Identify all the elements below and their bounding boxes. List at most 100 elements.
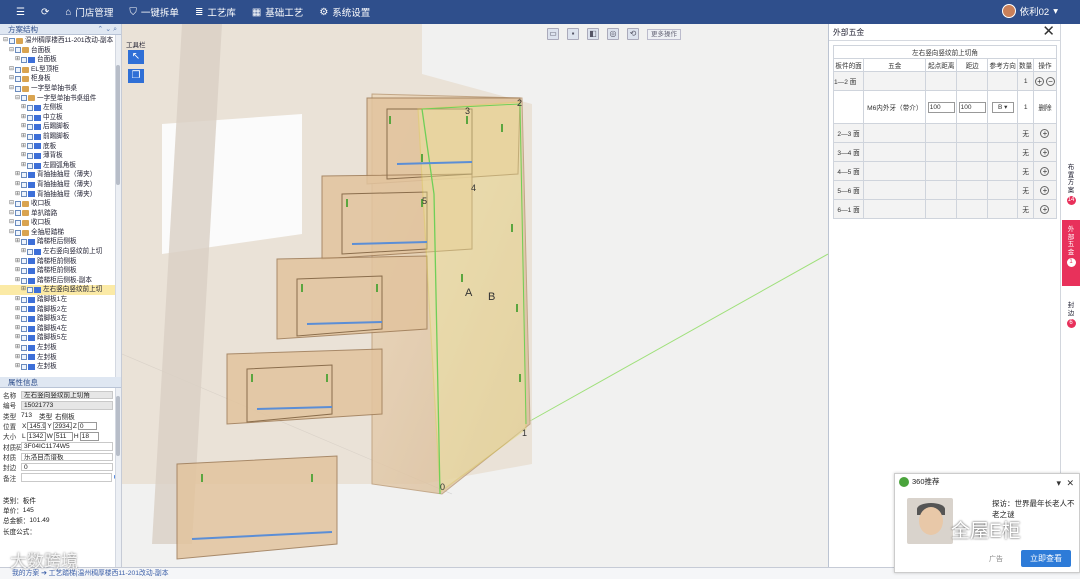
user-menu[interactable]: 依利02 ▾ bbox=[1001, 4, 1058, 18]
tree-checkbox[interactable] bbox=[15, 47, 21, 54]
tree-checkbox[interactable] bbox=[15, 76, 21, 83]
remove-hardware-button[interactable]: − bbox=[1045, 76, 1055, 86]
tree-checkbox[interactable] bbox=[27, 248, 33, 255]
tree-node[interactable]: ⊟ 一字型单抽书桌组件 bbox=[0, 94, 121, 104]
nav-store-management[interactable]: ⌂ 门店管理 bbox=[65, 5, 113, 20]
tree-node[interactable]: ⊞ 左右竖向竖纹前上切 bbox=[0, 285, 121, 296]
tree-node[interactable]: ⊞ 左圆弧角板 bbox=[0, 161, 121, 171]
tree-node[interactable]: ⊟ 收口板 bbox=[0, 199, 121, 209]
start-distance-input[interactable]: 100 bbox=[927, 101, 955, 113]
tree-checkbox[interactable] bbox=[21, 277, 27, 284]
tree-node[interactable]: ⊞ 底板 bbox=[0, 142, 121, 152]
tree-checkbox[interactable] bbox=[21, 172, 27, 179]
expand-icon[interactable]: ⊞ bbox=[20, 161, 27, 171]
expand-icon[interactable]: ⊞ bbox=[14, 343, 21, 353]
tree-node[interactable]: ⊞ 踏梯柜后侧板-副本 bbox=[0, 276, 121, 286]
tree-checkbox[interactable] bbox=[27, 114, 33, 121]
expand-icon[interactable]: ⊞ bbox=[14, 305, 21, 315]
expand-icon[interactable]: ⊞ bbox=[14, 295, 21, 305]
expand-icon[interactable]: ⊞ bbox=[14, 170, 21, 180]
expand-icon[interactable]: ⊞ bbox=[14, 237, 21, 247]
tree-node[interactable]: ⊞ 左封板 bbox=[0, 343, 121, 353]
tree-node[interactable]: ⊞ 左侧板 bbox=[0, 103, 121, 113]
direction-select[interactable]: B ▾ bbox=[991, 101, 1014, 113]
tree-node[interactable]: ⊞ 左右竖向竖纹前上切 bbox=[0, 247, 121, 257]
size-l-input[interactable]: 1342 bbox=[26, 432, 46, 441]
search-icon[interactable]: ⌕ bbox=[113, 26, 117, 33]
expand-icon[interactable]: ⊞ bbox=[14, 276, 21, 286]
expand-icon[interactable]: ⊟ bbox=[2, 36, 9, 46]
pos-y-input[interactable]: 2934.9 bbox=[52, 421, 72, 431]
expand-icon[interactable]: ⊞ bbox=[14, 180, 21, 190]
expand-icon[interactable]: ⊞ bbox=[20, 122, 27, 132]
tree-checkbox[interactable] bbox=[21, 268, 27, 275]
tree-node[interactable]: ⊟ 一字型单抽书桌 bbox=[0, 84, 121, 94]
tree-node[interactable]: ⊟ 单扒踏路 bbox=[0, 209, 121, 219]
tree-checkbox[interactable] bbox=[21, 296, 27, 303]
add-hardware-button[interactable]: + bbox=[1040, 128, 1050, 138]
tree-node[interactable]: ⊞ 踏脚板2左 bbox=[0, 305, 121, 315]
expand-icon[interactable]: ⊞ bbox=[14, 55, 21, 65]
expand-icon[interactable]: ⊟ bbox=[8, 199, 15, 209]
tree-scroll-thumb[interactable] bbox=[116, 65, 120, 185]
tab-external-hardware[interactable]: 外部五金 1 bbox=[1062, 220, 1080, 286]
tree-node[interactable]: ⊞ 背抽抽抽屉（薄夹） bbox=[0, 180, 121, 190]
props-scroll-thumb[interactable] bbox=[116, 396, 120, 456]
tree-checkbox[interactable] bbox=[9, 37, 15, 44]
expand-icon[interactable]: ⊞ bbox=[20, 113, 27, 123]
expand-icon[interactable]: ⊟ bbox=[8, 228, 15, 238]
tree-checkbox[interactable] bbox=[15, 66, 21, 73]
expand-icon[interactable]: ⊞ bbox=[14, 266, 21, 276]
tree-node[interactable]: ⊟ 全抽屉踏梯 bbox=[0, 228, 121, 238]
nav-one-click-split[interactable]: ⛉ 一键拆单 bbox=[129, 5, 179, 20]
tree-node[interactable]: ⊞ 左封板 bbox=[0, 353, 121, 363]
expand-icon[interactable]: ⊞ bbox=[20, 247, 27, 257]
tree-node[interactable]: ⊞ 踏梯柜前侧板 bbox=[0, 257, 121, 267]
expand-icon[interactable]: ⊟ bbox=[14, 94, 21, 104]
expand-icon[interactable]: ⊟ bbox=[8, 46, 15, 56]
view-rotate-icon[interactable]: ⟲ bbox=[627, 28, 639, 40]
tree-checkbox[interactable] bbox=[15, 200, 21, 207]
tree-node[interactable]: ⊞ 背抽抽抽屉（薄夹） bbox=[0, 190, 121, 200]
ad-close-icon[interactable]: ✕ bbox=[1066, 475, 1074, 491]
add-hardware-button[interactable]: + bbox=[1040, 204, 1050, 214]
expand-icon[interactable]: ⊟ bbox=[8, 218, 15, 228]
collapse-down-icon[interactable]: ⌄ bbox=[105, 26, 111, 33]
view-3d-icon[interactable]: ◎ bbox=[607, 28, 619, 40]
view-top-icon[interactable]: ▪ bbox=[567, 28, 579, 40]
add-hardware-button[interactable]: + bbox=[1040, 147, 1050, 157]
tree-checkbox[interactable] bbox=[27, 104, 33, 111]
tree-node[interactable]: ⊟ EL型顶柜 bbox=[0, 65, 121, 75]
expand-icon[interactable]: ⊞ bbox=[20, 103, 27, 113]
tree-node[interactable]: ⊞ 前踢脚板 bbox=[0, 132, 121, 142]
tree-node[interactable]: ⊞ 踏脚板5左 bbox=[0, 333, 121, 343]
tree-node[interactable]: ⊞ 踏梯柜前侧板 bbox=[0, 266, 121, 276]
expand-icon[interactable]: ⊞ bbox=[14, 353, 21, 363]
close-icon[interactable]: ✕ bbox=[1042, 23, 1055, 40]
more-actions-button[interactable]: 更多操作 bbox=[647, 28, 681, 40]
tree-node[interactable]: ⊞ 薄背板 bbox=[0, 151, 121, 161]
ad-image[interactable] bbox=[907, 498, 953, 544]
expand-icon[interactable]: ⊞ bbox=[20, 132, 27, 142]
expand-icon[interactable]: ⊞ bbox=[20, 151, 27, 161]
expand-icon[interactable]: ⊟ bbox=[8, 209, 15, 219]
tree-checkbox[interactable] bbox=[21, 363, 27, 370]
3d-viewport[interactable]: 1 2 3 4 5 0 A B ▭ ▪ ◧ ◎ ⟲ 更多操作 工具栏 ↖ ❐ bbox=[122, 24, 828, 567]
refresh-button[interactable]: ⟳ bbox=[41, 7, 49, 18]
tree-node[interactable]: ⊞ 左封板 bbox=[0, 362, 121, 372]
note-field[interactable] bbox=[21, 473, 112, 482]
size-h-input[interactable]: 18 bbox=[79, 432, 99, 441]
edge-field[interactable]: 0 bbox=[21, 462, 113, 472]
tree-checkbox[interactable] bbox=[21, 316, 27, 323]
tree-checkbox[interactable] bbox=[21, 181, 27, 188]
pos-z-input[interactable]: 0 bbox=[77, 421, 97, 431]
tree-checkbox[interactable] bbox=[21, 56, 27, 63]
hardware-link[interactable]: M6内外牙（带介） bbox=[863, 90, 927, 124]
tree-checkbox[interactable] bbox=[21, 354, 27, 361]
code-field[interactable]: 15021773 bbox=[21, 401, 113, 410]
tree-checkbox[interactable] bbox=[27, 124, 33, 131]
tree-checkbox[interactable] bbox=[21, 258, 27, 265]
tree-checkbox[interactable] bbox=[15, 210, 21, 217]
tab-edge-banding[interactable]: 封边 6 bbox=[1062, 296, 1080, 334]
tree-node[interactable]: ⊞ 后踢脚板 bbox=[0, 122, 121, 132]
